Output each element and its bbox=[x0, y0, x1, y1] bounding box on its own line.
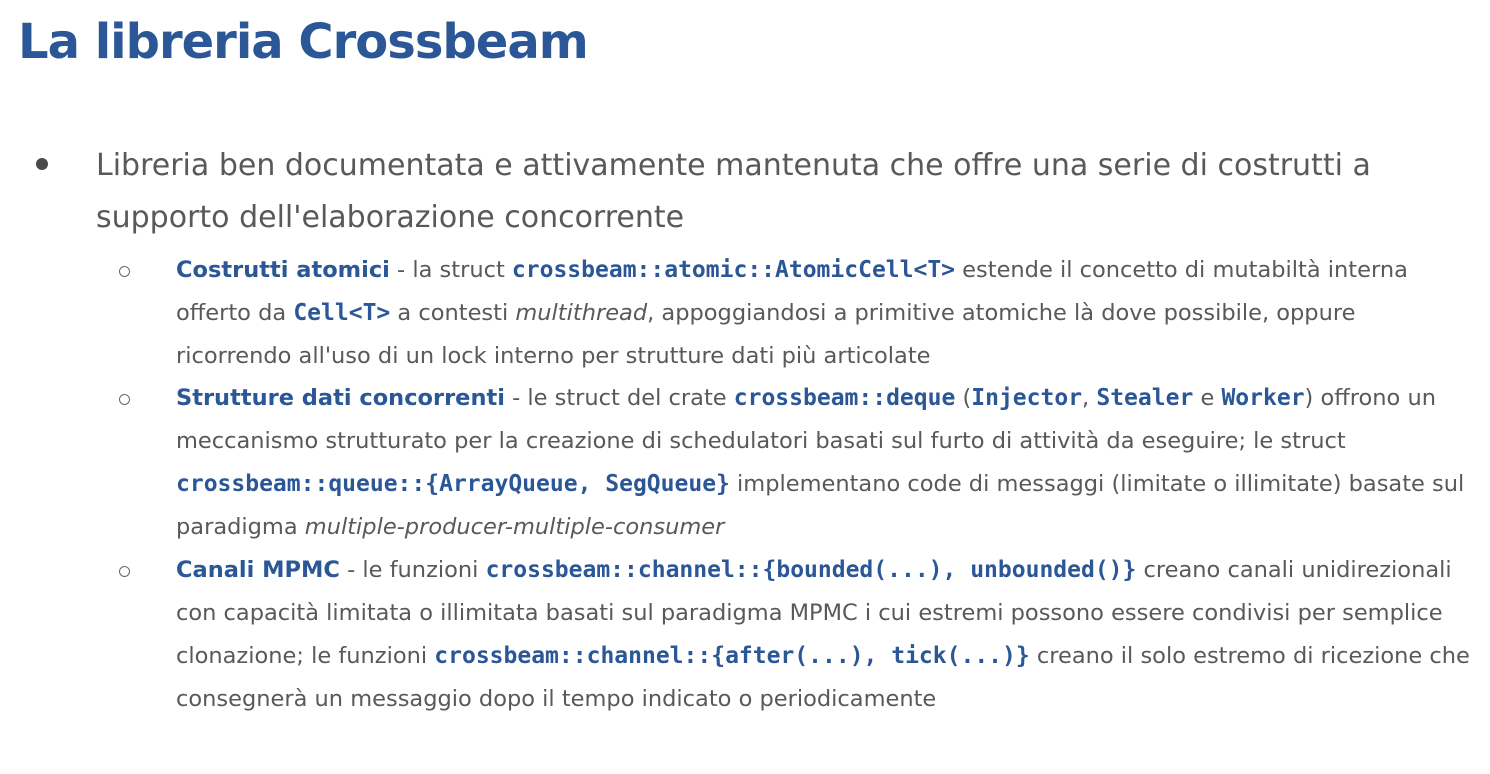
item-text: - le funzioni bbox=[339, 557, 486, 583]
code-channel-after: crossbeam::channel::{after(...), tick(..… bbox=[434, 643, 1030, 669]
sub-bullet-circle-icon bbox=[119, 394, 130, 405]
code-injector: Injector bbox=[971, 385, 1083, 411]
item-text: - le struct del crate bbox=[504, 385, 734, 411]
list-item-atomic: Costrutti atomici - la struct crossbeam:… bbox=[176, 249, 1476, 378]
code-stealer: Stealer bbox=[1096, 385, 1194, 411]
item-emphasis: multithread bbox=[515, 300, 648, 326]
item-text: , bbox=[1082, 385, 1097, 411]
item-heading: Strutture dati concorrenti bbox=[176, 385, 505, 411]
code-queue: crossbeam::queue::{ArrayQueue, SegQueue} bbox=[176, 471, 730, 497]
code-atomiccell: crossbeam::atomic::AtomicCell<T> bbox=[511, 257, 956, 283]
list-item-concurrent-structures: Strutture dati concorrenti - le struct d… bbox=[176, 377, 1476, 549]
sub-bullet-circle-icon bbox=[119, 266, 130, 277]
list-item-mpmc-channels: Canali MPMC - le funzioni crossbeam::cha… bbox=[176, 549, 1476, 721]
sub-bullet-circle-icon bbox=[119, 566, 130, 577]
code-worker: Worker bbox=[1221, 385, 1305, 411]
bullet-dot-icon bbox=[36, 158, 48, 170]
item-text: ( bbox=[955, 385, 972, 411]
slide-title: La libreria Crossbeam bbox=[18, 14, 589, 70]
item-text: e bbox=[1193, 385, 1222, 411]
item-emphasis: multiple-producer-multiple-consumer bbox=[304, 514, 725, 540]
code-deque: crossbeam::deque bbox=[733, 385, 956, 411]
code-channel-bounded: crossbeam::channel::{bounded(...), unbou… bbox=[485, 557, 1137, 583]
main-bullet-text: Libreria ben documentata e attivamente m… bbox=[96, 148, 1371, 235]
item-text: - la struct bbox=[389, 257, 512, 283]
code-cell: Cell<T> bbox=[293, 300, 391, 326]
item-heading: Canali MPMC bbox=[176, 557, 340, 583]
item-text: a contesti bbox=[390, 300, 516, 326]
item-heading: Costrutti atomici bbox=[176, 257, 390, 283]
